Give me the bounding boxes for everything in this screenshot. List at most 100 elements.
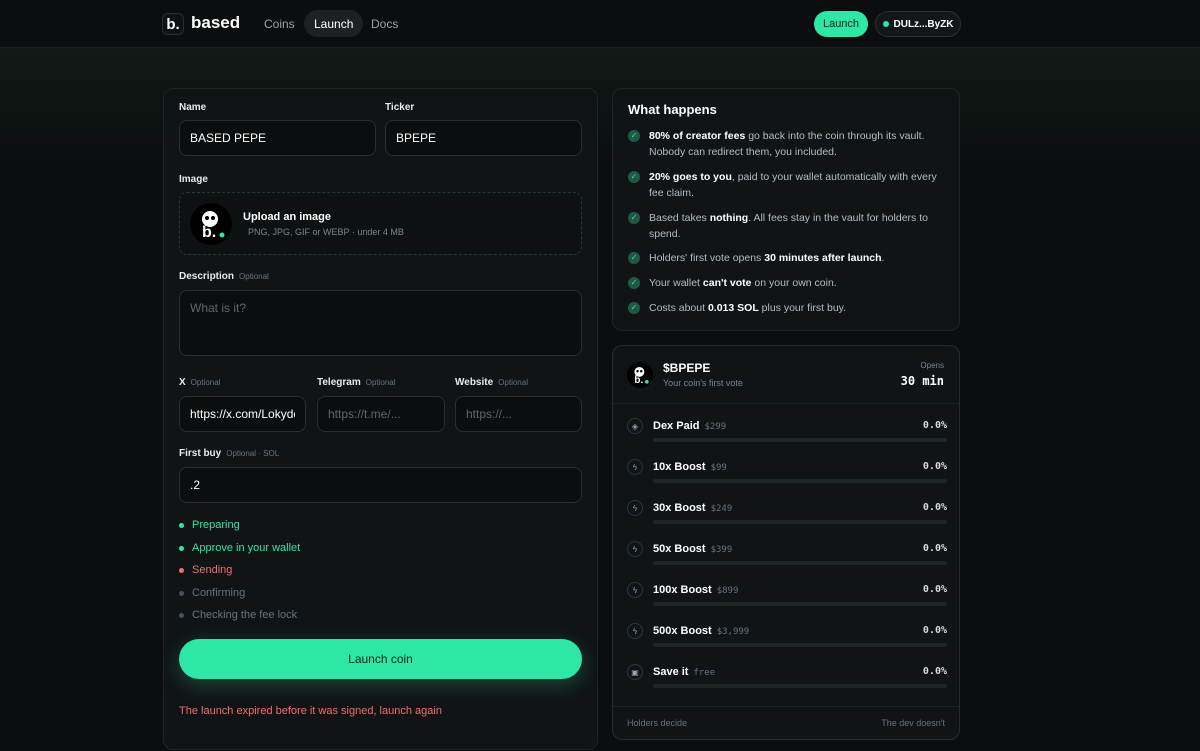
bullet-bold: 0.013 SOL bbox=[707, 302, 759, 314]
bullet-item: ✓ Based takes nothing. All fees stay in … bbox=[628, 210, 948, 242]
bullet-pre: Your wallet bbox=[649, 277, 703, 289]
step-label: Approve in your wallet bbox=[192, 542, 301, 554]
bullet-text: Your wallet can't vote on your own coin. bbox=[649, 275, 837, 291]
error-message: The launch expired before it was signed,… bbox=[179, 705, 442, 717]
first-buy-label: First buy Optional · SOL bbox=[179, 448, 279, 459]
bolt-icon: ϟ bbox=[627, 500, 643, 516]
vote-option-price: $399 bbox=[710, 545, 733, 555]
vote-progress-bar bbox=[653, 602, 947, 606]
vote-option-percent: 0.0% bbox=[922, 461, 947, 472]
vote-option-label: Save it bbox=[653, 666, 689, 678]
bullet-pre: Based takes bbox=[649, 212, 710, 224]
image-upload[interactable]: b. Upload an image PNG, JPG, GIF or WEBP… bbox=[179, 192, 582, 255]
first-buy-input[interactable] bbox=[179, 467, 582, 503]
step-status-icon bbox=[179, 590, 184, 596]
vote-option-row[interactable]: ϟ 10x Boost $99 0.0% bbox=[627, 459, 947, 489]
step-approve: Approve in your wallet bbox=[179, 542, 300, 554]
bullet-bold: 20% goes to you bbox=[649, 171, 732, 183]
check-icon: ✓ bbox=[628, 171, 640, 183]
vote-option-row[interactable]: ϟ 100x Boost $899 0.0% bbox=[627, 582, 947, 612]
optional-tag: Optional bbox=[365, 378, 396, 387]
bolt-icon: ϟ bbox=[627, 623, 643, 639]
description-label: Description Optional bbox=[179, 271, 269, 282]
step-status-icon bbox=[179, 545, 184, 551]
optional-tag: Optional bbox=[498, 378, 528, 387]
step-confirming: Confirming bbox=[179, 587, 245, 599]
first-buy-hint: Optional · SOL bbox=[226, 449, 280, 458]
vote-option-name: 10x Boost $99 bbox=[653, 461, 727, 473]
bullet-rest: plus your first buy. bbox=[758, 302, 847, 314]
vote-option-row[interactable]: ϟ 30x Boost $249 0.0% bbox=[627, 500, 947, 530]
bullet-bold: 80% of creator fees bbox=[649, 130, 746, 142]
bullet-pre: Costs about bbox=[649, 302, 708, 314]
bullet-text: Costs about 0.013 SOL plus your first bu… bbox=[649, 300, 846, 316]
vote-option-percent: 0.0% bbox=[922, 543, 947, 554]
launch-form: Name Ticker Image b. Upload an image PNG… bbox=[163, 88, 598, 750]
what-happens-title: What happens bbox=[628, 102, 717, 117]
vote-option-row[interactable]: ϟ 50x Boost $399 0.0% bbox=[627, 541, 947, 571]
vote-option-label: 100x Boost bbox=[653, 584, 712, 596]
vote-option-label: 10x Boost bbox=[653, 461, 706, 473]
vote-option-row[interactable]: ▣ Save it free 0.0% bbox=[627, 664, 947, 694]
nav-coins[interactable]: Coins bbox=[254, 10, 305, 37]
step-preparing: Preparing bbox=[179, 519, 240, 531]
nav-launch-button[interactable]: Launch bbox=[814, 11, 868, 37]
optional-tag: Optional bbox=[190, 378, 221, 387]
website-label: Website Optional bbox=[455, 377, 528, 388]
vote-option-name: 50x Boost $399 bbox=[653, 543, 732, 555]
vote-option-name: 100x Boost $899 bbox=[653, 584, 738, 596]
step-sending: Sending bbox=[179, 564, 232, 576]
description-label-text: Description bbox=[179, 271, 235, 282]
vote-progress-bar bbox=[653, 561, 947, 565]
brand-name[interactable]: based bbox=[191, 13, 240, 33]
vote-progress-bar bbox=[653, 479, 947, 483]
bullet-text: 80% of creator fees go back into the coi… bbox=[649, 128, 948, 160]
description-input[interactable] bbox=[179, 290, 582, 356]
telegram-label: Telegram Optional bbox=[317, 377, 396, 388]
nav-docs[interactable]: Docs bbox=[361, 10, 408, 37]
footer-right: The dev doesn't bbox=[881, 718, 945, 728]
nav-launch[interactable]: Launch bbox=[304, 10, 364, 37]
ticker-label: Ticker bbox=[385, 102, 415, 113]
step-label: Preparing bbox=[192, 519, 240, 531]
logo-icon[interactable]: b. bbox=[162, 13, 184, 35]
shield-icon: ◈ bbox=[627, 418, 643, 434]
vote-option-price: $299 bbox=[704, 422, 727, 432]
vote-option-price: $899 bbox=[716, 586, 739, 596]
bullet-item: ✓ 20% goes to you, paid to your wallet a… bbox=[628, 169, 948, 201]
svg-text:b.: b. bbox=[202, 224, 216, 241]
bullet-text: Holders' first vote opens 30 minutes aft… bbox=[649, 250, 884, 266]
svg-text:b.: b. bbox=[634, 375, 643, 386]
check-icon: ✓ bbox=[628, 130, 640, 142]
bolt-icon: ϟ bbox=[627, 582, 643, 598]
bullet-item: ✓ Your wallet can't vote on your own coi… bbox=[628, 275, 948, 291]
bullet-rest: . bbox=[881, 252, 885, 264]
vote-option-row[interactable]: ϟ 500x Boost $3,999 0.0% bbox=[627, 623, 947, 653]
ticker-input[interactable] bbox=[385, 120, 582, 156]
website-label-text: Website bbox=[455, 377, 494, 388]
step-status-icon bbox=[179, 567, 184, 573]
vote-option-label: Dex Paid bbox=[653, 420, 700, 432]
bullet-rest: on your own coin. bbox=[751, 277, 837, 289]
step-label: Checking the fee lock bbox=[192, 609, 298, 621]
telegram-input[interactable] bbox=[317, 396, 445, 432]
x-label-text: X bbox=[179, 377, 186, 388]
website-input[interactable] bbox=[455, 396, 582, 432]
vote-option-price: $3,999 bbox=[716, 627, 750, 637]
opens-value: 30 min bbox=[900, 374, 944, 388]
coin-avatar: b. bbox=[627, 362, 653, 388]
vote-option-percent: 0.0% bbox=[922, 625, 947, 636]
coin-image-preview: b. bbox=[190, 203, 232, 245]
x-input[interactable] bbox=[179, 396, 306, 432]
bolt-icon: ϟ bbox=[627, 459, 643, 475]
bullet-bold: nothing bbox=[709, 212, 749, 224]
vote-option-row[interactable]: ◈ Dex Paid $299 0.0% bbox=[627, 418, 947, 448]
vote-progress-bar bbox=[653, 643, 947, 647]
what-happens-panel: What happens ✓ 80% of creator fees go ba… bbox=[612, 88, 960, 331]
launch-coin-button[interactable]: Launch coin bbox=[179, 639, 582, 679]
check-icon: ✓ bbox=[628, 212, 640, 224]
vote-option-name: Save it free bbox=[653, 666, 715, 678]
bullet-bold: 30 minutes after launch bbox=[764, 252, 882, 264]
name-input[interactable] bbox=[179, 120, 376, 156]
wallet-button[interactable]: DULz...ByZK bbox=[875, 11, 961, 37]
